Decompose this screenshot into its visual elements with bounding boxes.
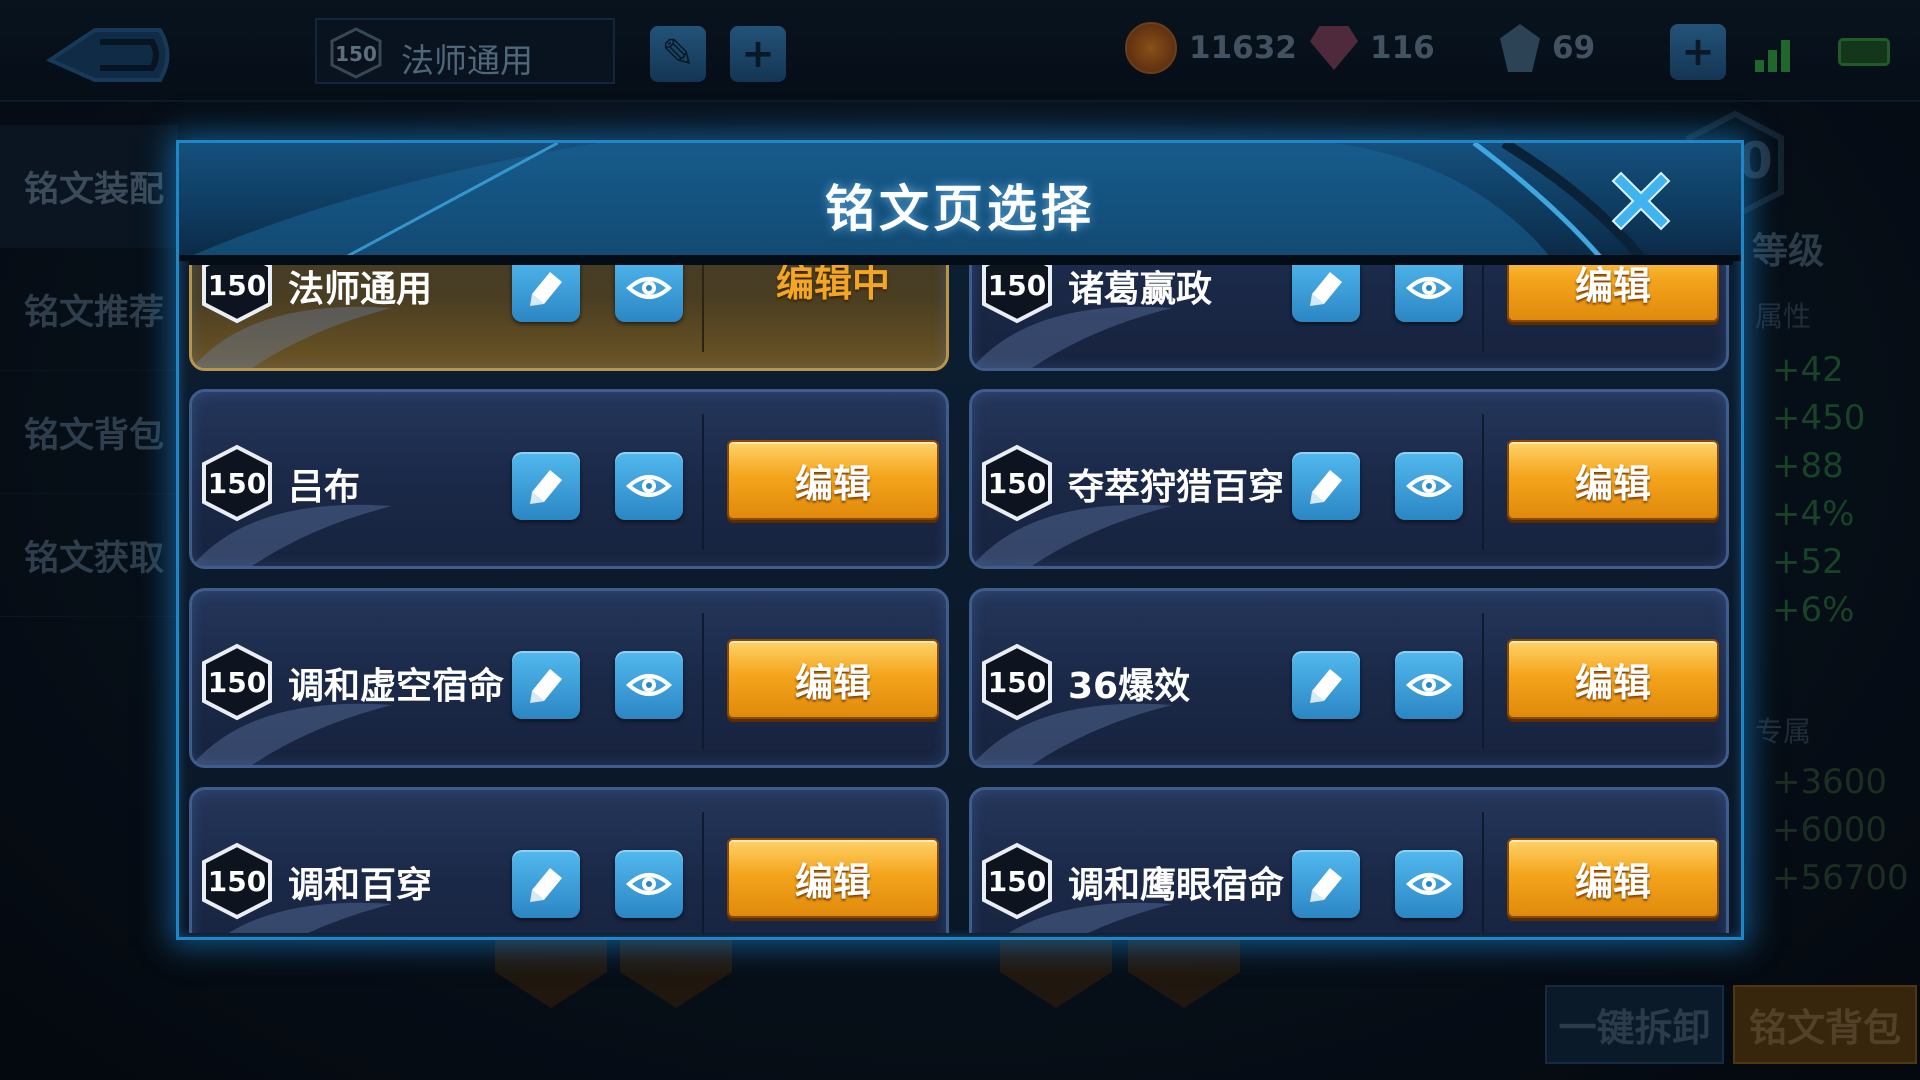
rune-page-name: 夺萃狩猎百穿 (1068, 467, 1285, 508)
svg-text:150: 150 (208, 666, 266, 699)
rune-page-card[interactable]: 150 夺萃狩猎百穿 编辑 (969, 389, 1729, 569)
rune-page-card[interactable]: 150 法师通用 编辑中 (189, 261, 949, 371)
rune-page-name: 法师通用 (288, 269, 433, 310)
level-hex-icon: 150 (202, 261, 272, 324)
svg-text:150: 150 (988, 467, 1046, 500)
svg-text:150: 150 (208, 865, 266, 898)
rune-page-card[interactable]: 150 36爆效 编辑 (969, 588, 1729, 768)
pencil-icon (530, 272, 562, 306)
eye-icon (1406, 277, 1452, 299)
rename-button[interactable] (1292, 850, 1360, 918)
pencil-icon (1310, 868, 1342, 902)
edit-button[interactable]: 编辑 (727, 838, 939, 918)
card-divider (702, 812, 704, 933)
rune-page-card[interactable]: 150 诸葛赢政 编辑 (969, 261, 1729, 371)
preview-button[interactable] (615, 850, 683, 918)
card-divider (702, 261, 704, 352)
level-hex-icon: 150 (202, 643, 272, 721)
rune-page-list[interactable]: 150 法师通用 编辑中 150 诸葛赢政 编辑 150 吕布 编辑 150 夺… (189, 261, 1733, 933)
preview-button[interactable] (615, 452, 683, 520)
dialog-title: 铭文页选择 (825, 180, 1095, 238)
rename-button[interactable] (1292, 452, 1360, 520)
edit-button[interactable]: 编辑 (727, 440, 939, 520)
level-hex-icon: 150 (982, 842, 1052, 920)
level-hex-icon: 150 (982, 261, 1052, 324)
list-top-edge (189, 257, 1733, 265)
pencil-icon (1310, 470, 1342, 504)
editing-status-label: 编辑中 (775, 261, 890, 305)
edit-button[interactable]: 编辑 (1507, 261, 1719, 322)
rename-button[interactable] (1292, 261, 1360, 322)
level-hex-icon: 150 (982, 643, 1052, 721)
preview-button[interactable] (615, 651, 683, 719)
rename-button[interactable] (512, 261, 580, 322)
eye-icon (1406, 674, 1452, 696)
card-divider (1482, 414, 1484, 550)
rename-button[interactable] (512, 452, 580, 520)
preview-button[interactable] (1395, 452, 1463, 520)
eye-icon (1406, 475, 1452, 497)
edit-button[interactable]: 编辑 (727, 639, 939, 719)
rune-page-card[interactable]: 150 调和鹰眼宿命 编辑 (969, 787, 1729, 933)
rune-page-name: 吕布 (288, 467, 361, 508)
eye-icon (626, 277, 672, 299)
preview-button[interactable] (615, 261, 683, 322)
svg-text:150: 150 (208, 467, 266, 500)
rune-page-name: 36爆效 (1068, 666, 1191, 707)
rename-button[interactable] (1292, 651, 1360, 719)
card-divider (702, 414, 704, 550)
svg-text:150: 150 (208, 269, 266, 302)
preview-button[interactable] (1395, 261, 1463, 322)
close-icon (1611, 171, 1671, 231)
svg-text:150: 150 (988, 865, 1046, 898)
rune-page-name: 调和百穿 (288, 865, 433, 906)
rune-page-card[interactable]: 150 吕布 编辑 (189, 389, 949, 569)
rune-page-name: 调和鹰眼宿命 (1068, 865, 1285, 906)
svg-text:150: 150 (988, 666, 1046, 699)
level-hex-icon: 150 (202, 444, 272, 522)
rename-button[interactable] (512, 651, 580, 719)
pencil-icon (530, 669, 562, 703)
eye-icon (626, 475, 672, 497)
pencil-icon (530, 868, 562, 902)
rune-page-name: 调和虚空宿命 (288, 666, 505, 707)
edit-button[interactable]: 编辑 (1507, 639, 1719, 719)
card-divider (1482, 613, 1484, 749)
edit-button[interactable]: 编辑 (1507, 838, 1719, 918)
level-hex-icon: 150 (982, 444, 1052, 522)
card-divider (702, 613, 704, 749)
pencil-icon (1310, 669, 1342, 703)
eye-icon (626, 873, 672, 895)
rune-page-select-dialog: 铭文页选择 150 法师通用 编辑中 150 诸葛赢政 编辑 150 吕布 编辑… (176, 140, 1744, 940)
svg-text:150: 150 (988, 269, 1046, 302)
rune-page-name: 诸葛赢政 (1068, 269, 1213, 310)
rename-button[interactable] (512, 850, 580, 918)
preview-button[interactable] (1395, 850, 1463, 918)
rune-page-card[interactable]: 150 调和虚空宿命 编辑 (189, 588, 949, 768)
card-divider (1482, 812, 1484, 933)
pencil-icon (530, 470, 562, 504)
edit-button[interactable]: 编辑 (1507, 440, 1719, 520)
eye-icon (626, 674, 672, 696)
rune-page-card[interactable]: 150 调和百穿 编辑 (189, 787, 949, 933)
level-hex-icon: 150 (202, 842, 272, 920)
pencil-icon (1310, 272, 1342, 306)
eye-icon (1406, 873, 1452, 895)
card-divider (1482, 261, 1484, 352)
close-button[interactable] (1599, 159, 1683, 243)
preview-button[interactable] (1395, 651, 1463, 719)
dialog-header: 铭文页选择 (179, 143, 1741, 261)
